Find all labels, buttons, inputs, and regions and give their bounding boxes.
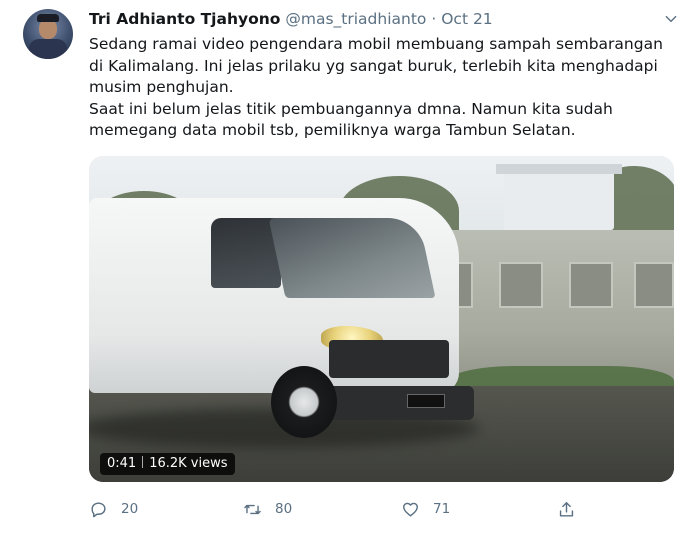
video-player[interactable]: 0:41 16.2K views bbox=[89, 156, 674, 482]
tweet-header: Tri Adhianto Tjahyono @mas_triadhianto ·… bbox=[89, 8, 660, 30]
tweet-actions: 20 80 71 bbox=[89, 496, 589, 522]
video-frame-building bbox=[496, 164, 622, 230]
chevron-down-icon[interactable] bbox=[664, 12, 678, 26]
tweet-card[interactable]: Tri Adhianto Tjahyono @mas_triadhianto ·… bbox=[0, 0, 700, 544]
header-separator: · bbox=[431, 10, 437, 28]
share-button[interactable] bbox=[557, 496, 576, 522]
like-count: 71 bbox=[433, 501, 451, 517]
retweet-icon bbox=[244, 504, 261, 514]
tweet-text: Sedang ramai video pengendara mobil memb… bbox=[89, 34, 669, 142]
tweet-text-paragraph: Sedang ramai video pengendara mobil memb… bbox=[89, 35, 663, 96]
retweet-count: 80 bbox=[275, 501, 293, 517]
tweet-date[interactable]: Oct 21 bbox=[441, 10, 492, 28]
reply-icon bbox=[91, 501, 106, 517]
tweet-text-paragraph: Saat ini belum jelas titik pembuangannya… bbox=[89, 99, 613, 140]
video-duration: 0:41 bbox=[107, 456, 137, 471]
author-name[interactable]: Tri Adhianto Tjahyono bbox=[89, 10, 280, 28]
video-frame-van bbox=[89, 198, 479, 448]
like-icon bbox=[403, 502, 418, 517]
like-button[interactable]: 71 bbox=[401, 496, 450, 522]
reply-count: 20 bbox=[121, 501, 139, 517]
share-icon bbox=[559, 501, 574, 517]
retweet-button[interactable]: 80 bbox=[243, 496, 292, 522]
video-views: 16.2K views bbox=[149, 456, 228, 471]
avatar[interactable] bbox=[23, 9, 73, 59]
author-handle[interactable]: @mas_triadhianto bbox=[285, 10, 426, 28]
video-stats-badge: 0:41 16.2K views bbox=[100, 453, 235, 475]
reply-button[interactable]: 20 bbox=[89, 496, 138, 522]
